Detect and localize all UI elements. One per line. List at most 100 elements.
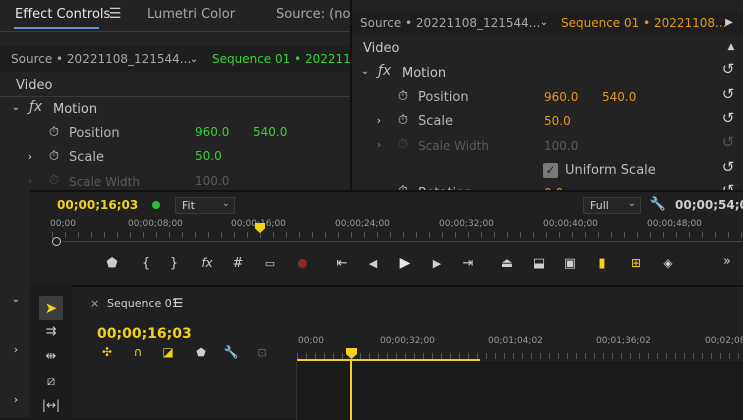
source-clip-label[interactable]: Source • 20221108_121544...	[360, 16, 540, 30]
scale-value[interactable]: 50.0	[544, 114, 571, 128]
slip-icon[interactable]: |↔|	[39, 395, 63, 415]
motion-label: Motion	[402, 66, 447, 81]
panel-menu-icon[interactable]: ☰	[172, 296, 184, 310]
scale-label: Scale	[69, 150, 104, 165]
timeline-panel: × Sequence 01 ☰ 00;00;16;03 ✣ ∩ ◪ ⬟ 🔧 ⊡ …	[30, 285, 743, 420]
ruler-tick-label: 00;00;32;00	[439, 219, 494, 229]
panel-menu-icon[interactable]: ☰	[108, 6, 122, 22]
stopwatch-icon[interactable]: ⏱	[47, 124, 61, 140]
go-to-in-icon[interactable]: ⇤	[334, 256, 350, 271]
ruler-ticks	[52, 232, 742, 238]
zoom-handle-icon[interactable]	[52, 237, 61, 246]
track-area[interactable]	[296, 361, 743, 420]
collapse-chevron-icon[interactable]: ⌄	[359, 64, 371, 78]
source-clip-label[interactable]: Source • 20221108_121544...	[11, 52, 191, 66]
ruler-tick-label: 00;00;08;00	[128, 219, 183, 229]
captions-icon[interactable]: ⊡	[254, 345, 270, 359]
out-point-icon[interactable]: }	[167, 256, 181, 271]
tab-source[interactable]: Source: (no	[276, 7, 350, 22]
track-select-icon[interactable]: ⇉	[39, 321, 63, 341]
sequence-label[interactable]: Sequence 01 • 20221108...	[561, 16, 727, 30]
razor-icon[interactable]: ⧄	[39, 371, 63, 391]
position-y-value[interactable]: 540.0	[253, 125, 287, 139]
chevron-down-icon: ⌄	[627, 198, 636, 209]
sequence-label[interactable]: Sequence 01 • 2022110	[212, 52, 358, 66]
position-x-value[interactable]: 960.0	[195, 125, 229, 139]
chevron-down-icon[interactable]: ⌄	[538, 15, 550, 29]
fx-badge-icon: ƒx	[29, 99, 43, 115]
ripple-edit-icon[interactable]: ⇹	[39, 346, 63, 366]
position-y-value[interactable]: 540.0	[602, 90, 636, 104]
playhead-line[interactable]	[350, 359, 352, 420]
chevron-down-icon: ⌄	[221, 198, 230, 209]
collapse-chevron-icon[interactable]: ⌄	[10, 292, 22, 306]
ruler-tick-label: 00;00;40;00	[543, 219, 598, 229]
tools-panel: ➤ ⇉ ⇹ ⧄ |↔|	[30, 285, 72, 418]
play-icon[interactable]: ▶	[397, 255, 413, 271]
playhead-timecode[interactable]: 00;00;16;03	[57, 198, 138, 212]
stopwatch-icon[interactable]: ⏱	[396, 112, 410, 128]
selection-tool-icon[interactable]: ➤	[39, 296, 63, 320]
chevron-down-icon[interactable]: ⌄	[188, 52, 200, 66]
extract-icon[interactable]: ⬓	[531, 256, 547, 271]
position-x-value[interactable]: 960.0	[544, 90, 578, 104]
expand-chevron-icon[interactable]: ›	[10, 392, 22, 406]
expand-chevron-icon[interactable]: ›	[373, 113, 385, 127]
reset-parameter-icon[interactable]: ↺	[719, 158, 737, 176]
wrench-icon[interactable]: 🔧	[224, 345, 239, 359]
marker-icon[interactable]: ⬟	[194, 345, 208, 359]
grid-icon[interactable]: #	[231, 256, 245, 271]
scale-width-label: Scale Width	[69, 175, 140, 189]
uniform-scale-checkbox[interactable]: ✓	[543, 163, 558, 178]
timeline-timecode[interactable]: 00;00;16;03	[97, 326, 192, 342]
fx-icon[interactable]: fx	[199, 256, 215, 270]
snap-icon[interactable]: ✣	[100, 345, 114, 359]
proxy-icon[interactable]: ◈	[659, 256, 677, 270]
status-dot-icon	[152, 201, 160, 209]
reset-parameter-icon[interactable]: ↺	[719, 109, 737, 127]
marker-icon[interactable]: ⬟	[105, 256, 119, 271]
panel-expand-icon[interactable]: ▶	[723, 15, 735, 29]
trim-icon[interactable]: ⊞	[627, 256, 645, 270]
expand-chevron-icon[interactable]: ›	[24, 149, 36, 163]
record-icon[interactable]	[298, 259, 307, 268]
quality-dropdown[interactable]: Full ⌄	[583, 197, 641, 214]
close-tab-icon[interactable]: ×	[90, 297, 99, 310]
step-back-icon[interactable]: ◀	[366, 256, 380, 270]
ruler-tick-label: 00;00	[50, 219, 76, 229]
expand-chevron-icon: ›	[376, 137, 382, 151]
step-forward-icon[interactable]: ▶	[430, 256, 444, 270]
stopwatch-icon[interactable]: ⏱	[396, 88, 410, 104]
ruler-tick-label: 00;00;48;00	[647, 219, 702, 229]
scale-value[interactable]: 50.0	[195, 149, 222, 163]
in-point-icon[interactable]: {	[139, 256, 153, 271]
zoom-bar[interactable]	[62, 241, 742, 242]
link-icon[interactable]: ∩	[131, 345, 145, 359]
add-marker-icon[interactable]: ◪	[160, 345, 176, 359]
fit-dropdown[interactable]: Fit ⌄	[175, 197, 235, 214]
fx-badge-icon: ƒx	[378, 63, 392, 79]
motion-label: Motion	[53, 102, 98, 117]
uniform-scale-label[interactable]: Uniform Scale	[565, 163, 656, 178]
active-tab-underline	[14, 27, 99, 29]
expand-chevron-icon[interactable]: ›	[10, 342, 22, 356]
lift-icon[interactable]: ⏏	[499, 256, 515, 271]
comparison-view-icon[interactable]: ▮	[595, 255, 609, 271]
sequence-tab-label[interactable]: Sequence 01	[107, 297, 179, 310]
wrench-icon[interactable]: 🔧	[650, 196, 666, 213]
reset-parameter-icon[interactable]: ↺	[719, 85, 737, 103]
scale-width-value: 100.0	[195, 174, 230, 188]
ruler-tick-label: 00;02;08	[705, 336, 743, 346]
scroll-up-icon[interactable]: ▲	[725, 41, 737, 53]
stopwatch-icon[interactable]: ⏱	[47, 148, 61, 164]
expand-chevron-icon: ›	[27, 173, 33, 187]
tab-effect-controls[interactable]: Effect Controls	[15, 7, 110, 22]
tab-lumetri-color[interactable]: Lumetri Color	[147, 7, 235, 22]
more-icon[interactable]: »	[720, 254, 734, 269]
safe-margins-icon[interactable]: ▭	[261, 256, 279, 270]
program-monitor-panel: 00;00;16;03 Fit ⌄ Full ⌄ 🔧 00;00;54;09 0…	[30, 190, 743, 285]
go-to-out-icon[interactable]: ⇥	[460, 256, 476, 271]
collapse-chevron-icon[interactable]: ⌄	[10, 100, 22, 114]
reset-parameter-icon[interactable]: ↺	[719, 60, 737, 78]
export-frame-icon[interactable]: ▣	[562, 256, 578, 271]
